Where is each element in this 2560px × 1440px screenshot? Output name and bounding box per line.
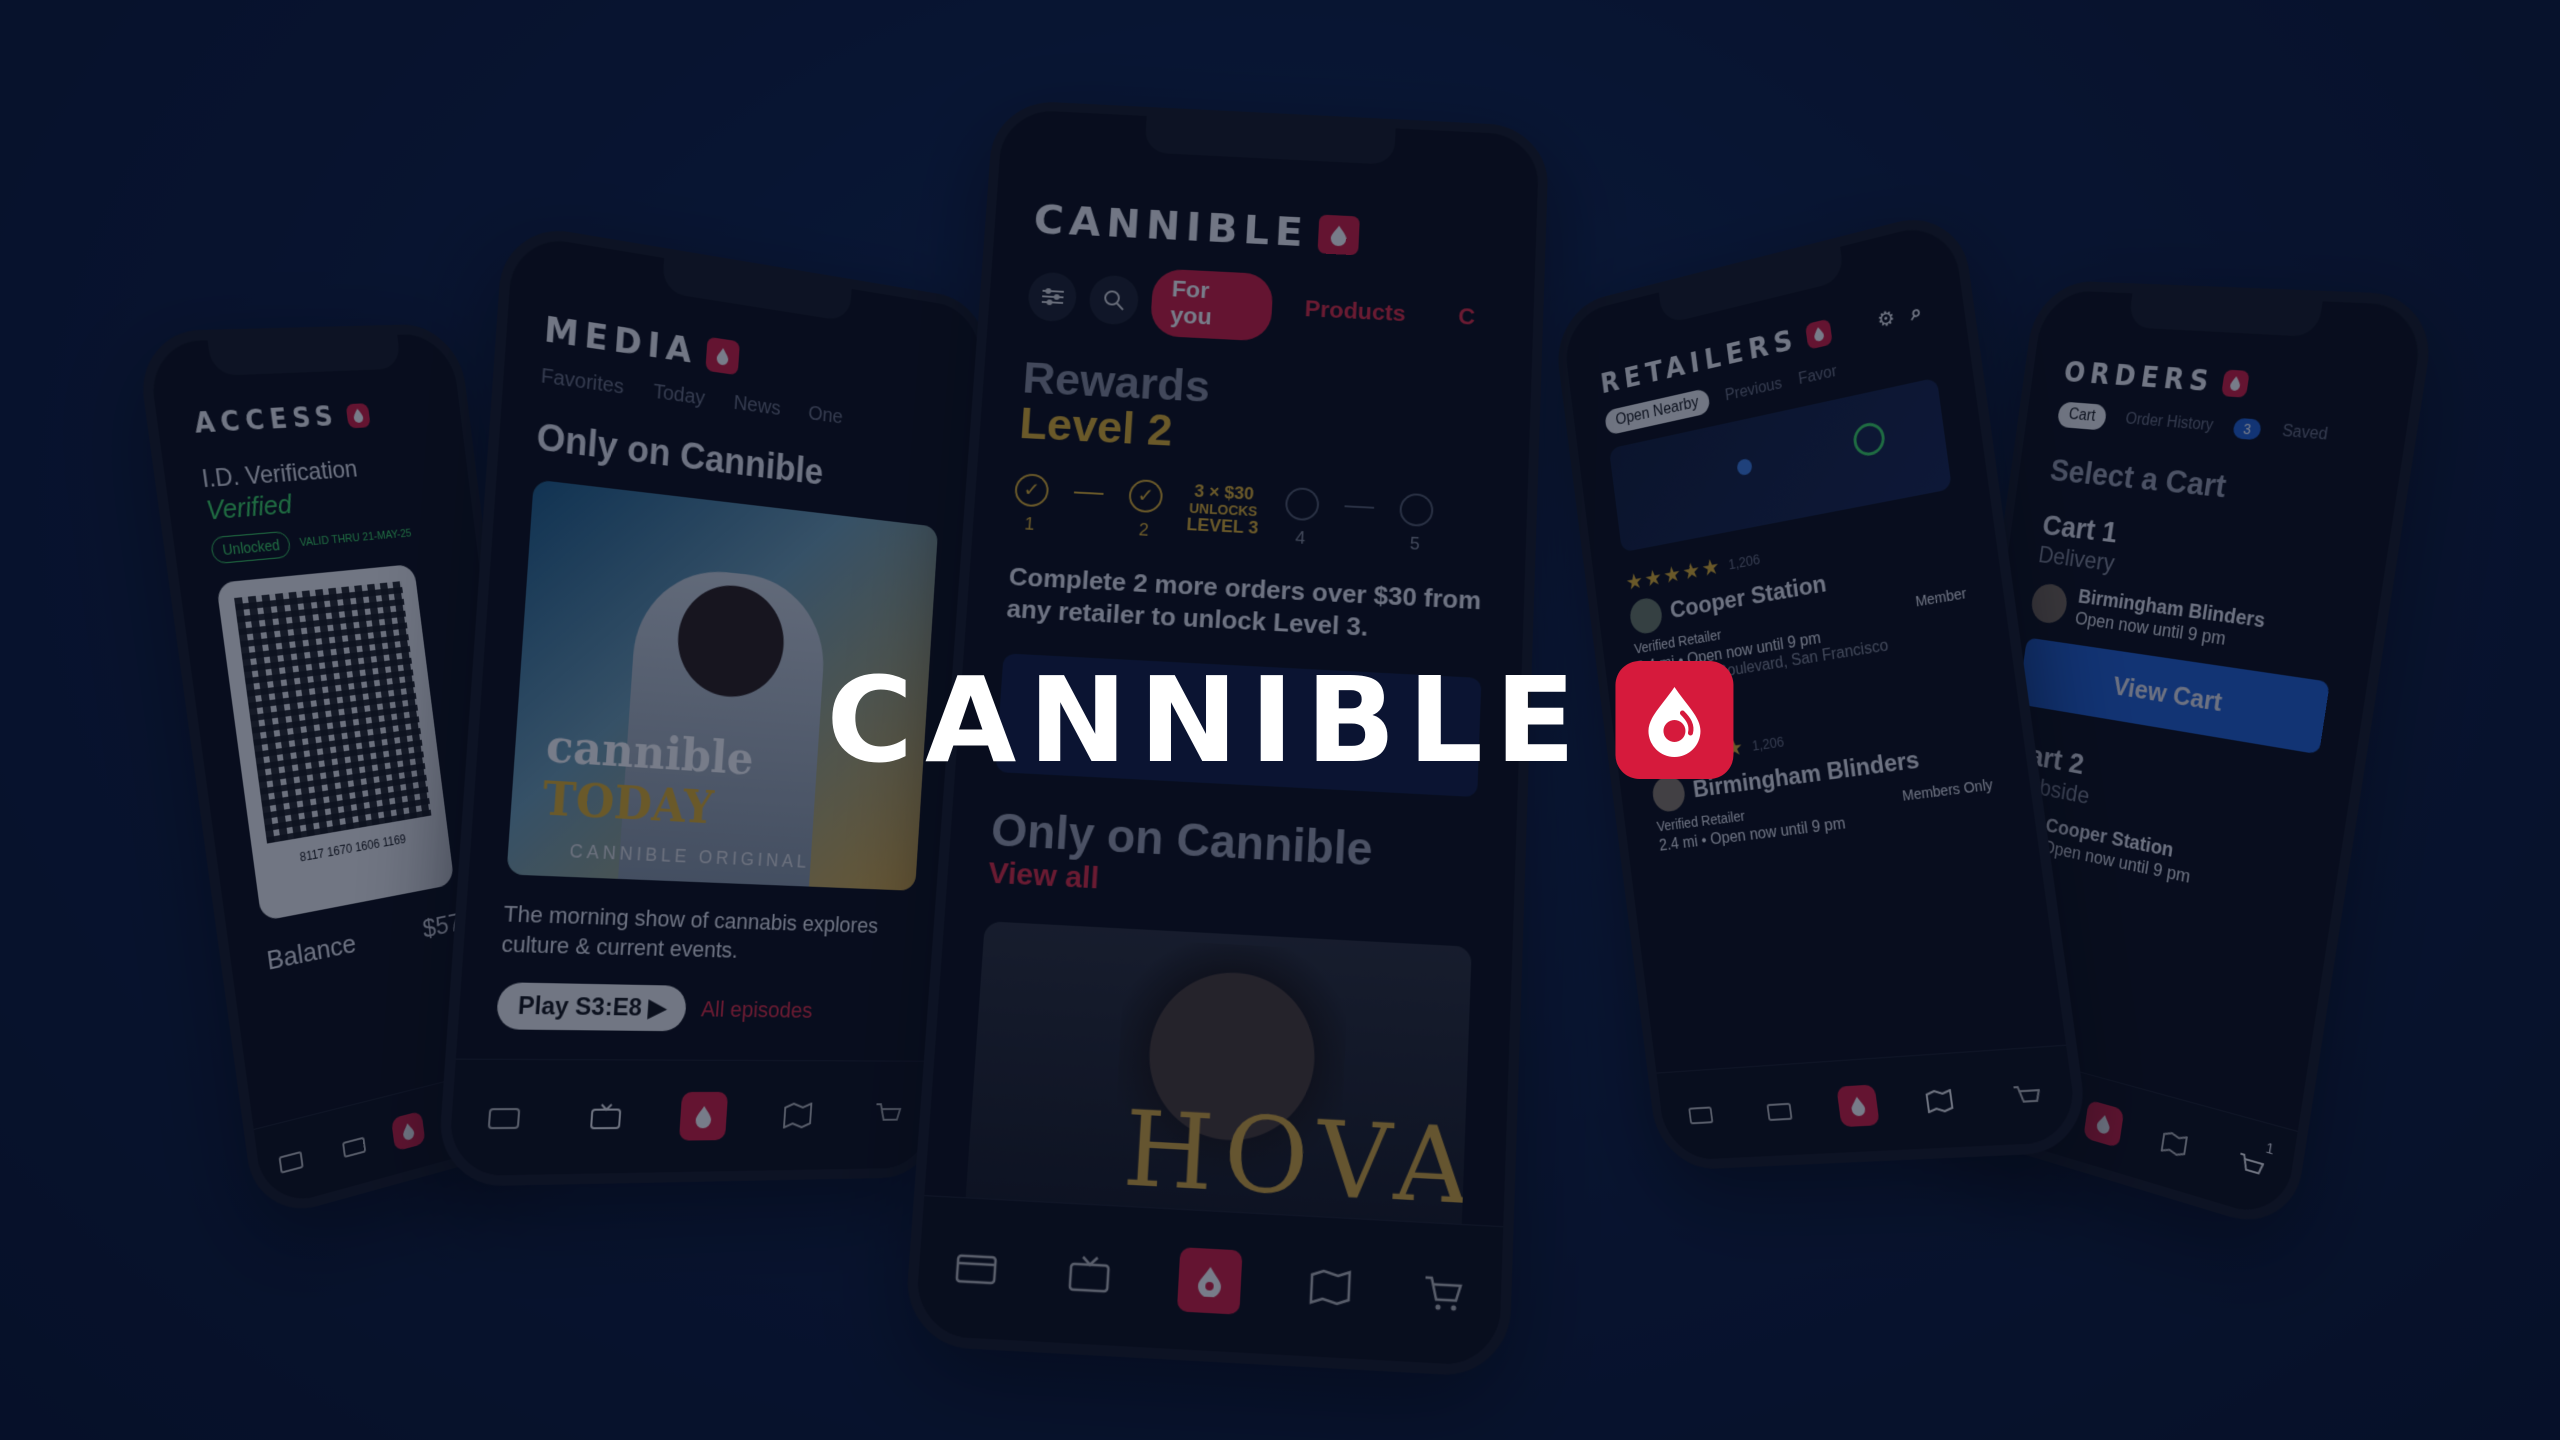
tab-previous[interactable]: Previous: [1724, 375, 1783, 405]
tab-order-history[interactable]: Order History: [2124, 410, 2214, 435]
avatar: [2029, 581, 2070, 626]
media-tabbar: [447, 1058, 936, 1177]
home-drop-icon[interactable]: [1176, 1247, 1243, 1315]
wallet-icon[interactable]: [265, 1132, 317, 1192]
cart-card[interactable]: Cart 1 Delivery Birmingham Blinders Open…: [2017, 509, 2352, 755]
filter-button[interactable]: [1026, 271, 1079, 323]
tab-news[interactable]: News: [733, 392, 781, 421]
rewards-progress: ✓ 1 ✓ 2 3 × $30 UNLOCKS LEVEL 3 4 5: [1012, 473, 1488, 558]
rating-count: 1,206: [1727, 550, 1762, 573]
tv-icon[interactable]: [1063, 1247, 1116, 1301]
show-title-b: TODAY: [540, 772, 715, 835]
unlocked-badge[interactable]: Unlocked: [209, 530, 292, 565]
avatar: [1628, 595, 1664, 636]
cart-count: 1: [2264, 1139, 2275, 1158]
cannible-drop-icon: [345, 403, 372, 429]
tab-cart[interactable]: Cart: [2056, 401, 2108, 431]
qr-code[interactable]: 8117 1670 1606 1169: [216, 563, 455, 922]
rewards-info: Complete 2 more orders over $30 from any…: [1005, 561, 1482, 642]
wallet-icon[interactable]: [477, 1092, 530, 1143]
balance-label: Balance: [264, 927, 358, 976]
search-button[interactable]: [1088, 274, 1140, 326]
valid-thru-text: VALID THRU 21-MAY-25: [298, 527, 413, 550]
pill-products[interactable]: Products: [1284, 288, 1426, 336]
map-pin-icon: [1736, 457, 1753, 477]
show-description: The morning show of cannabis explores cu…: [500, 900, 879, 963]
wallet-icon[interactable]: [1676, 1090, 1725, 1139]
logo-wordmark: CANNIBLE: [826, 651, 1588, 789]
step-check-icon: ✓: [1013, 473, 1050, 508]
map-icon[interactable]: [774, 1092, 821, 1140]
tv-icon[interactable]: [580, 1092, 631, 1142]
tab-saved[interactable]: Saved: [2281, 422, 2329, 444]
home-drop-icon[interactable]: [678, 1091, 729, 1141]
step-number: 1: [1023, 514, 1036, 534]
cart-icon[interactable]: 1: [2224, 1136, 2278, 1197]
step-check-icon: ✓: [1128, 478, 1164, 514]
pill-more[interactable]: C: [1438, 296, 1495, 340]
access-title: ACCESS: [192, 401, 341, 441]
tab-favorites[interactable]: Favor: [1797, 363, 1838, 389]
play-icon: ▶: [647, 994, 668, 1023]
rating-count: 1,206: [1750, 733, 1786, 754]
tv-icon[interactable]: [329, 1116, 379, 1175]
main-tabbar: [914, 1195, 1504, 1367]
cannible-drop-icon: [2221, 368, 2251, 398]
map-icon[interactable]: [1912, 1075, 1966, 1127]
media-title: MEDIA: [542, 309, 699, 373]
orders-title: ORDERS: [2062, 355, 2217, 399]
cart-icon[interactable]: [865, 1092, 911, 1139]
sliders-icon: [1039, 286, 1066, 308]
home-drop-icon[interactable]: [390, 1110, 426, 1152]
map-icon[interactable]: [2148, 1114, 2199, 1173]
tv-icon[interactable]: [1755, 1085, 1805, 1135]
filter-icon[interactable]: ⚙: [1876, 303, 1902, 332]
home-drop-icon[interactable]: [2083, 1099, 2125, 1149]
search-icon: [1102, 288, 1127, 312]
step-circle-icon: [1284, 486, 1320, 522]
home-drop-icon[interactable]: [1836, 1084, 1880, 1128]
cart-icon[interactable]: [1418, 1266, 1470, 1320]
step-number: 2: [1138, 519, 1150, 540]
retailers-tabbar: [1656, 1044, 2080, 1161]
step-number: 4: [1294, 527, 1306, 548]
cart-count-badge: 3: [2232, 417, 2263, 441]
wallet-icon[interactable]: [949, 1241, 1002, 1295]
location-ring-icon: [1851, 420, 1887, 459]
pill-for-you[interactable]: For you: [1149, 268, 1274, 342]
tab-favorites[interactable]: Favorites: [540, 365, 624, 400]
cart-icon[interactable]: [1999, 1069, 2055, 1122]
unlock-text-3: LEVEL 3: [1186, 514, 1259, 538]
step-number: 5: [1409, 533, 1421, 554]
center-logo: CANNIBLE: [826, 651, 1734, 789]
cannible-drop-icon: [1615, 661, 1734, 779]
all-episodes-link[interactable]: All episodes: [700, 996, 813, 1024]
step-circle-icon: [1398, 492, 1434, 528]
search-icon[interactable]: ⌕: [1909, 296, 1929, 324]
featured-poster[interactable]: HOVA: [964, 921, 1472, 1239]
select-cart-heading: Select a Cart: [2048, 451, 2229, 505]
tab-one[interactable]: One: [807, 402, 844, 429]
cannible-drop-icon: [705, 336, 741, 376]
map-icon[interactable]: [1304, 1260, 1356, 1314]
play-label: Play S3:E8: [517, 992, 643, 1022]
main-title: CANNIBLE: [1032, 196, 1310, 256]
play-episode-button[interactable]: Play S3:E8 ▶: [495, 982, 688, 1032]
cannible-drop-icon: [1317, 214, 1360, 255]
cannible-drop-icon: [1805, 317, 1834, 350]
tab-today[interactable]: Today: [652, 381, 706, 411]
